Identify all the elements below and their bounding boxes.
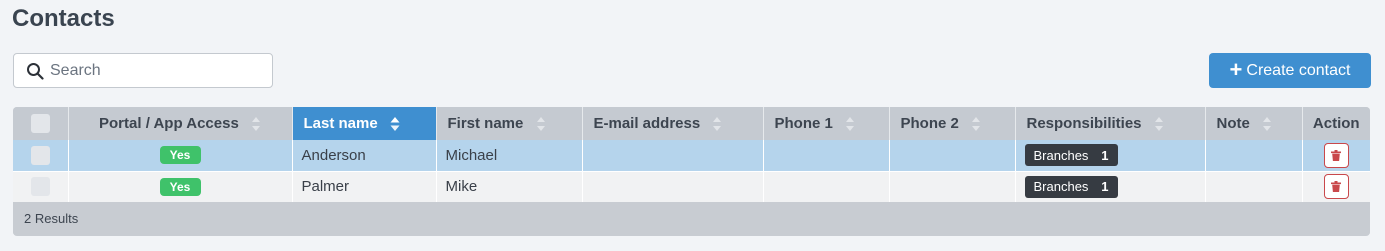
header-action: Action <box>1302 107 1370 140</box>
note-cell <box>1205 170 1303 202</box>
phone-1-cell <box>763 170 890 202</box>
header-select-all[interactable] <box>13 107 69 140</box>
sort-icon <box>251 117 260 132</box>
row-select-cell[interactable] <box>13 170 69 202</box>
plus-icon: + <box>1229 56 1243 82</box>
responsibility-badge[interactable]: Branches 1 <box>1024 175 1118 198</box>
row-checkbox[interactable] <box>30 177 50 197</box>
last-name-cell: Palmer <box>292 170 437 202</box>
header-label: Responsibilities <box>1026 114 1142 132</box>
email-cell <box>582 170 764 202</box>
first-name-cell: Michael <box>436 140 583 171</box>
trash-icon <box>1331 149 1342 161</box>
header-email[interactable]: E-mail address <box>582 107 764 140</box>
sort-icon <box>713 117 722 132</box>
header-label: First name <box>447 114 524 132</box>
search-box[interactable] <box>13 53 273 88</box>
action-cell <box>1302 170 1370 202</box>
responsibility-label: Branches <box>1033 179 1089 195</box>
portal-access-cell: Yes <box>68 140 293 171</box>
select-all-checkbox[interactable] <box>30 114 50 133</box>
header-responsibilities[interactable]: Responsibilities <box>1015 107 1206 140</box>
trash-icon <box>1331 181 1342 193</box>
last-name-cell: Anderson <box>292 140 437 171</box>
action-cell <box>1302 140 1370 171</box>
header-note[interactable]: Note <box>1205 107 1303 140</box>
sort-ascending-icon <box>390 117 400 132</box>
create-contact-button[interactable]: + Create contact <box>1209 53 1371 88</box>
table-row[interactable]: Yes Anderson Michael Branches 1 <box>13 140 1370 171</box>
header-portal-access[interactable]: Portal / App Access <box>68 107 293 140</box>
header-phone-1[interactable]: Phone 1 <box>763 107 890 140</box>
responsibilities-cell: Branches 1 <box>1015 170 1206 202</box>
row-select-cell[interactable] <box>13 140 69 171</box>
delete-button[interactable] <box>1323 174 1349 200</box>
portal-access-cell: Yes <box>68 170 293 202</box>
header-label: Portal / App Access <box>99 114 239 132</box>
search-icon <box>27 62 44 80</box>
first-name-cell: Mike <box>436 170 583 202</box>
phone-2-cell <box>889 140 1016 171</box>
sort-icon <box>1154 117 1163 132</box>
sort-icon <box>972 117 981 132</box>
header-label: Phone 1 <box>774 114 833 132</box>
portal-access-badge: Yes <box>159 146 201 165</box>
row-checkbox[interactable] <box>30 145 50 165</box>
sort-icon <box>536 117 545 132</box>
portal-access-badge: Yes <box>159 177 201 196</box>
header-label: Last name <box>303 114 378 132</box>
responsibility-count: 1 <box>1101 179 1109 195</box>
sort-icon <box>1263 117 1272 132</box>
responsibility-label: Branches <box>1033 147 1089 163</box>
search-input[interactable] <box>50 61 250 80</box>
sort-icon <box>846 117 855 132</box>
create-contact-label: Create contact <box>1246 61 1351 79</box>
header-label: E-mail address <box>593 114 701 132</box>
header-last-name[interactable]: Last name <box>292 107 437 140</box>
results-count: 2 Results <box>13 202 1370 234</box>
delete-button[interactable] <box>1323 142 1349 168</box>
header-label: Action <box>1312 115 1360 132</box>
phone-2-cell <box>889 170 1016 202</box>
contacts-table: Portal / App Access Last name First name… <box>13 107 1370 236</box>
page-title: Contacts <box>12 5 115 32</box>
header-first-name[interactable]: First name <box>436 107 583 140</box>
phone-1-cell <box>763 140 890 171</box>
note-cell <box>1205 140 1303 171</box>
responsibility-badge[interactable]: Branches 1 <box>1024 144 1118 167</box>
responsibilities-cell: Branches 1 <box>1015 140 1206 171</box>
table-row[interactable]: Yes Palmer Mike Branches 1 <box>13 170 1370 202</box>
responsibility-count: 1 <box>1101 147 1109 163</box>
email-cell <box>582 140 764 171</box>
header-phone-2[interactable]: Phone 2 <box>889 107 1016 140</box>
header-label: Note <box>1216 114 1250 132</box>
table-header-row: Portal / App Access Last name First name… <box>13 107 1370 140</box>
header-label: Phone 2 <box>900 114 959 132</box>
